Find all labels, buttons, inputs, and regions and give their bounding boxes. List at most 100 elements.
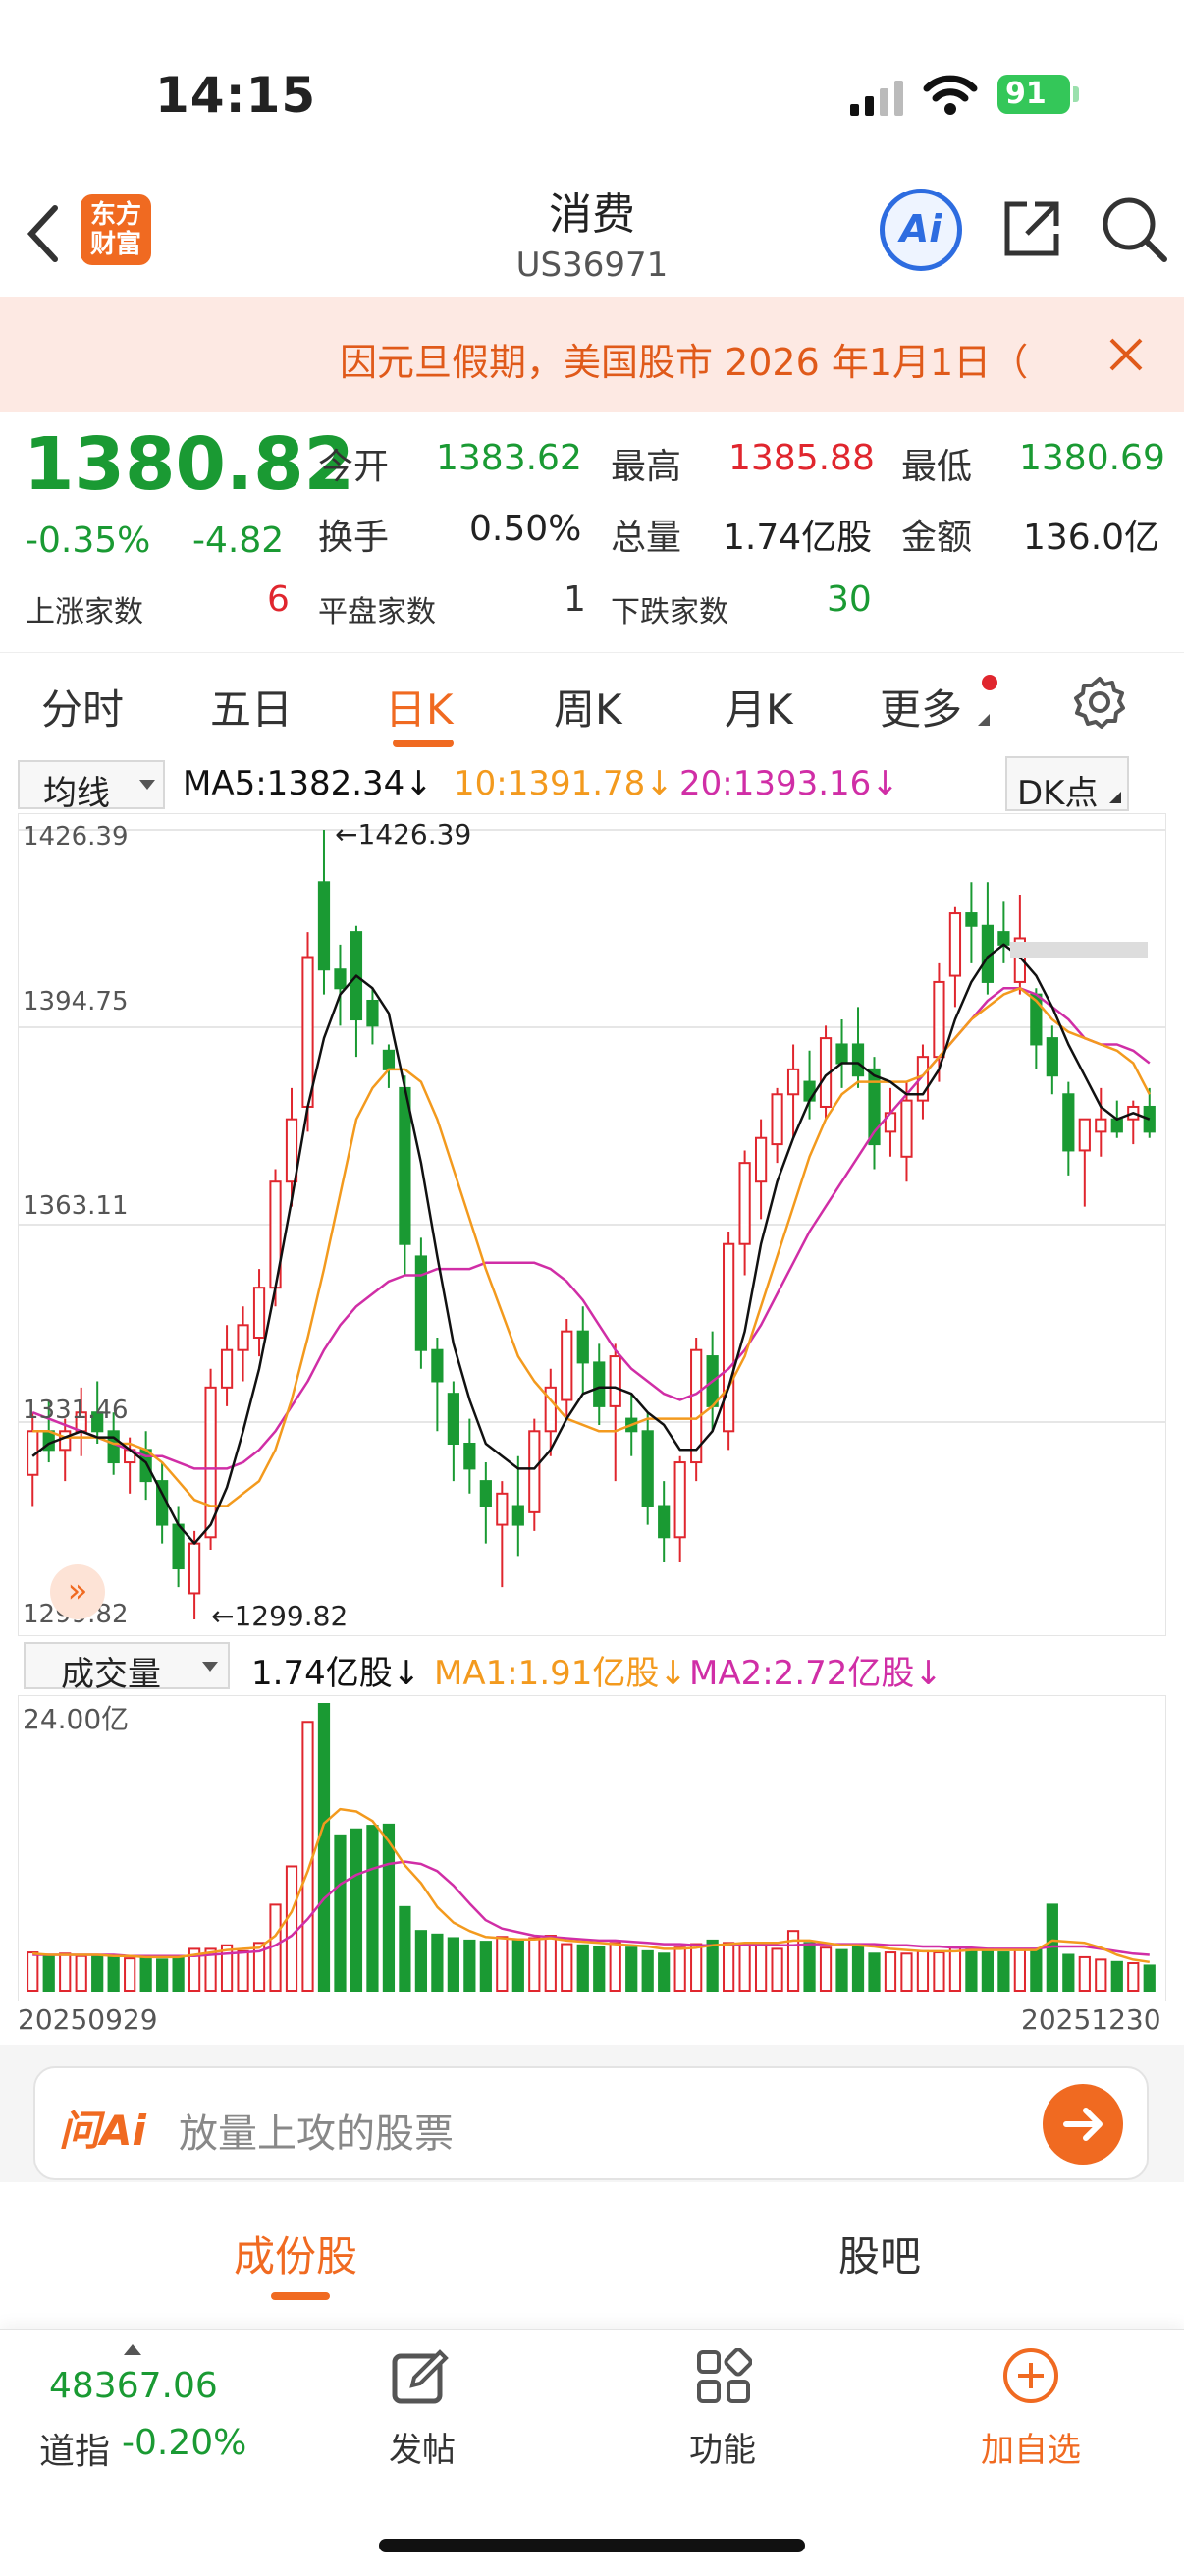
back-icon[interactable] [24,202,63,269]
dow-label: 道指 [39,2432,111,2472]
tab-more[interactable]: 更多 [880,677,962,737]
ma20-line [31,987,1151,1470]
tab-forum[interactable]: 股吧 [838,2223,921,2283]
open-label: 今开 [318,447,390,487]
logo-text-2: 财富 [89,230,141,259]
ma20-legend: 20:1393.16↓ [679,764,899,803]
candle-body [851,1043,865,1077]
caret-up-icon [124,2344,141,2355]
volume-indicator-dropdown[interactable]: 成交量 [24,1642,230,1694]
post-button[interactable]: 发帖 [334,2330,511,2488]
tab-five-day[interactable]: 五日 [210,677,293,737]
high-label: 最高 [611,447,682,487]
volume-bar [544,1935,557,1993]
candle-body [933,980,945,1059]
volume-bar [819,1946,833,1993]
volume-bar [771,1947,783,1992]
volume-bar [981,1947,995,1992]
volume-bar [625,1946,638,1993]
volume-bar [641,1949,654,1993]
ai-button[interactable]: Ai [880,189,962,271]
volume-bar [706,1939,719,1992]
volume-bar [673,1946,686,1993]
candle-body [1095,1118,1107,1133]
dk-label: DK点 [1017,774,1099,813]
signal-icon [850,79,905,122]
turnover-label: 换手 [318,518,390,558]
tab-daily-k[interactable]: 日K [385,677,454,737]
candle-body [366,999,379,1027]
low-label: 最低 [901,447,973,487]
functions-button[interactable]: 功能 [634,2330,811,2488]
tab-constituents[interactable]: 成份股 [234,2223,357,2283]
tab-intraday[interactable]: 分时 [41,677,124,737]
kline-svg [19,829,1165,1619]
indicator-dropdown[interactable]: 均线 [18,760,165,813]
candle-body [609,1355,621,1407]
holiday-notice[interactable]: 因元旦假期，美国股市 2026 年1月1日（ [0,297,1184,412]
ai-label: Ai [899,207,942,250]
add-watchlist-button[interactable]: 加自选 [942,2330,1119,2488]
volume-scale: 24.00亿 [23,1703,130,1735]
active-tab-indicator [393,740,454,747]
volume-bar [900,1952,913,1992]
candle-body [803,1080,816,1102]
volume-bar [27,1951,39,1993]
ask-submit-button[interactable] [1043,2084,1123,2165]
tab-monthly-k[interactable]: 月K [725,677,793,737]
ask-ai-box[interactable]: 问Ai 放量上攻的股票 [33,2066,1149,2180]
bottom-nav: 48367.06 道指 -0.20% 发帖 功能 加自选 [0,2329,1184,2576]
volume-chart[interactable]: 24.00亿 [18,1695,1166,2001]
search-icon[interactable] [1100,194,1170,269]
volume-bar [528,1937,541,1992]
volume-bar [561,1943,573,1993]
volume-bar [496,1936,509,1992]
volume-label: 总量 [611,518,682,558]
candle-body [511,1505,524,1526]
share-icon[interactable] [999,196,1064,265]
down-count-label: 下跌家数 [611,595,728,630]
crosshair-toggle[interactable] [1010,942,1148,958]
post-label: 发帖 [389,2431,456,2470]
ask-ai-input[interactable]: 放量上攻的股票 [179,2102,454,2159]
candle-body [431,1348,444,1383]
page-title: 消费 [549,190,635,240]
max-annotation: ←1426.39 [335,818,472,850]
expand-icon[interactable]: » [50,1564,105,1619]
vol-ma2-legend: MA2:2.72亿股↓ [689,1654,942,1693]
candle-body [399,1086,411,1245]
quote-panel: 1380.82 -0.35% -4.82 今开 1383.62 最高 1385.… [0,412,1184,648]
last-price: 1380.82 [24,422,355,507]
candle-body [593,1361,606,1407]
volume-bar [997,1951,1010,1993]
volume-bar [399,1905,411,1992]
candle-body [738,1162,751,1245]
candle-body [172,1523,185,1570]
volume-bar [156,1958,169,1993]
end-date: 20251230 [1021,2003,1161,2036]
settings-icon[interactable] [1072,675,1127,734]
dow-change: -0.20% [122,2423,247,2463]
kline-chart[interactable]: 1426.39 1394.75 1363.11 1331.46 1299.82 … [18,813,1166,1636]
tab-weekly-k[interactable]: 周K [554,677,622,737]
volume-bar [172,1954,185,1993]
candle-body [1078,1118,1091,1152]
app-logo: 东方 财富 [81,194,151,265]
candle-body [771,1093,783,1146]
volume-bar [690,1943,703,1993]
volume-bar [933,1951,945,1993]
dk-point-button[interactable]: DK点 [1005,756,1129,813]
status-time: 14:15 [155,67,317,124]
battery-level: 91 [1005,77,1047,111]
change-value: -4.82 [192,521,285,561]
close-icon[interactable] [1107,336,1145,377]
volume-bar [334,1834,347,1992]
kline-header: 均线 MA5:1382.34↓ 10:1391.78↓ 20:1393.16↓ … [0,752,1184,813]
dropdown-corner-icon [978,714,990,726]
volume-bar [479,1941,492,1993]
volume-bar [1030,1947,1043,1992]
dow-ticker[interactable]: 48367.06 道指 -0.20% [0,2330,295,2488]
candle-body [463,1442,476,1470]
min-annotation: ←1299.82 [211,1600,349,1632]
y-tick-1: 1426.39 [23,822,129,851]
